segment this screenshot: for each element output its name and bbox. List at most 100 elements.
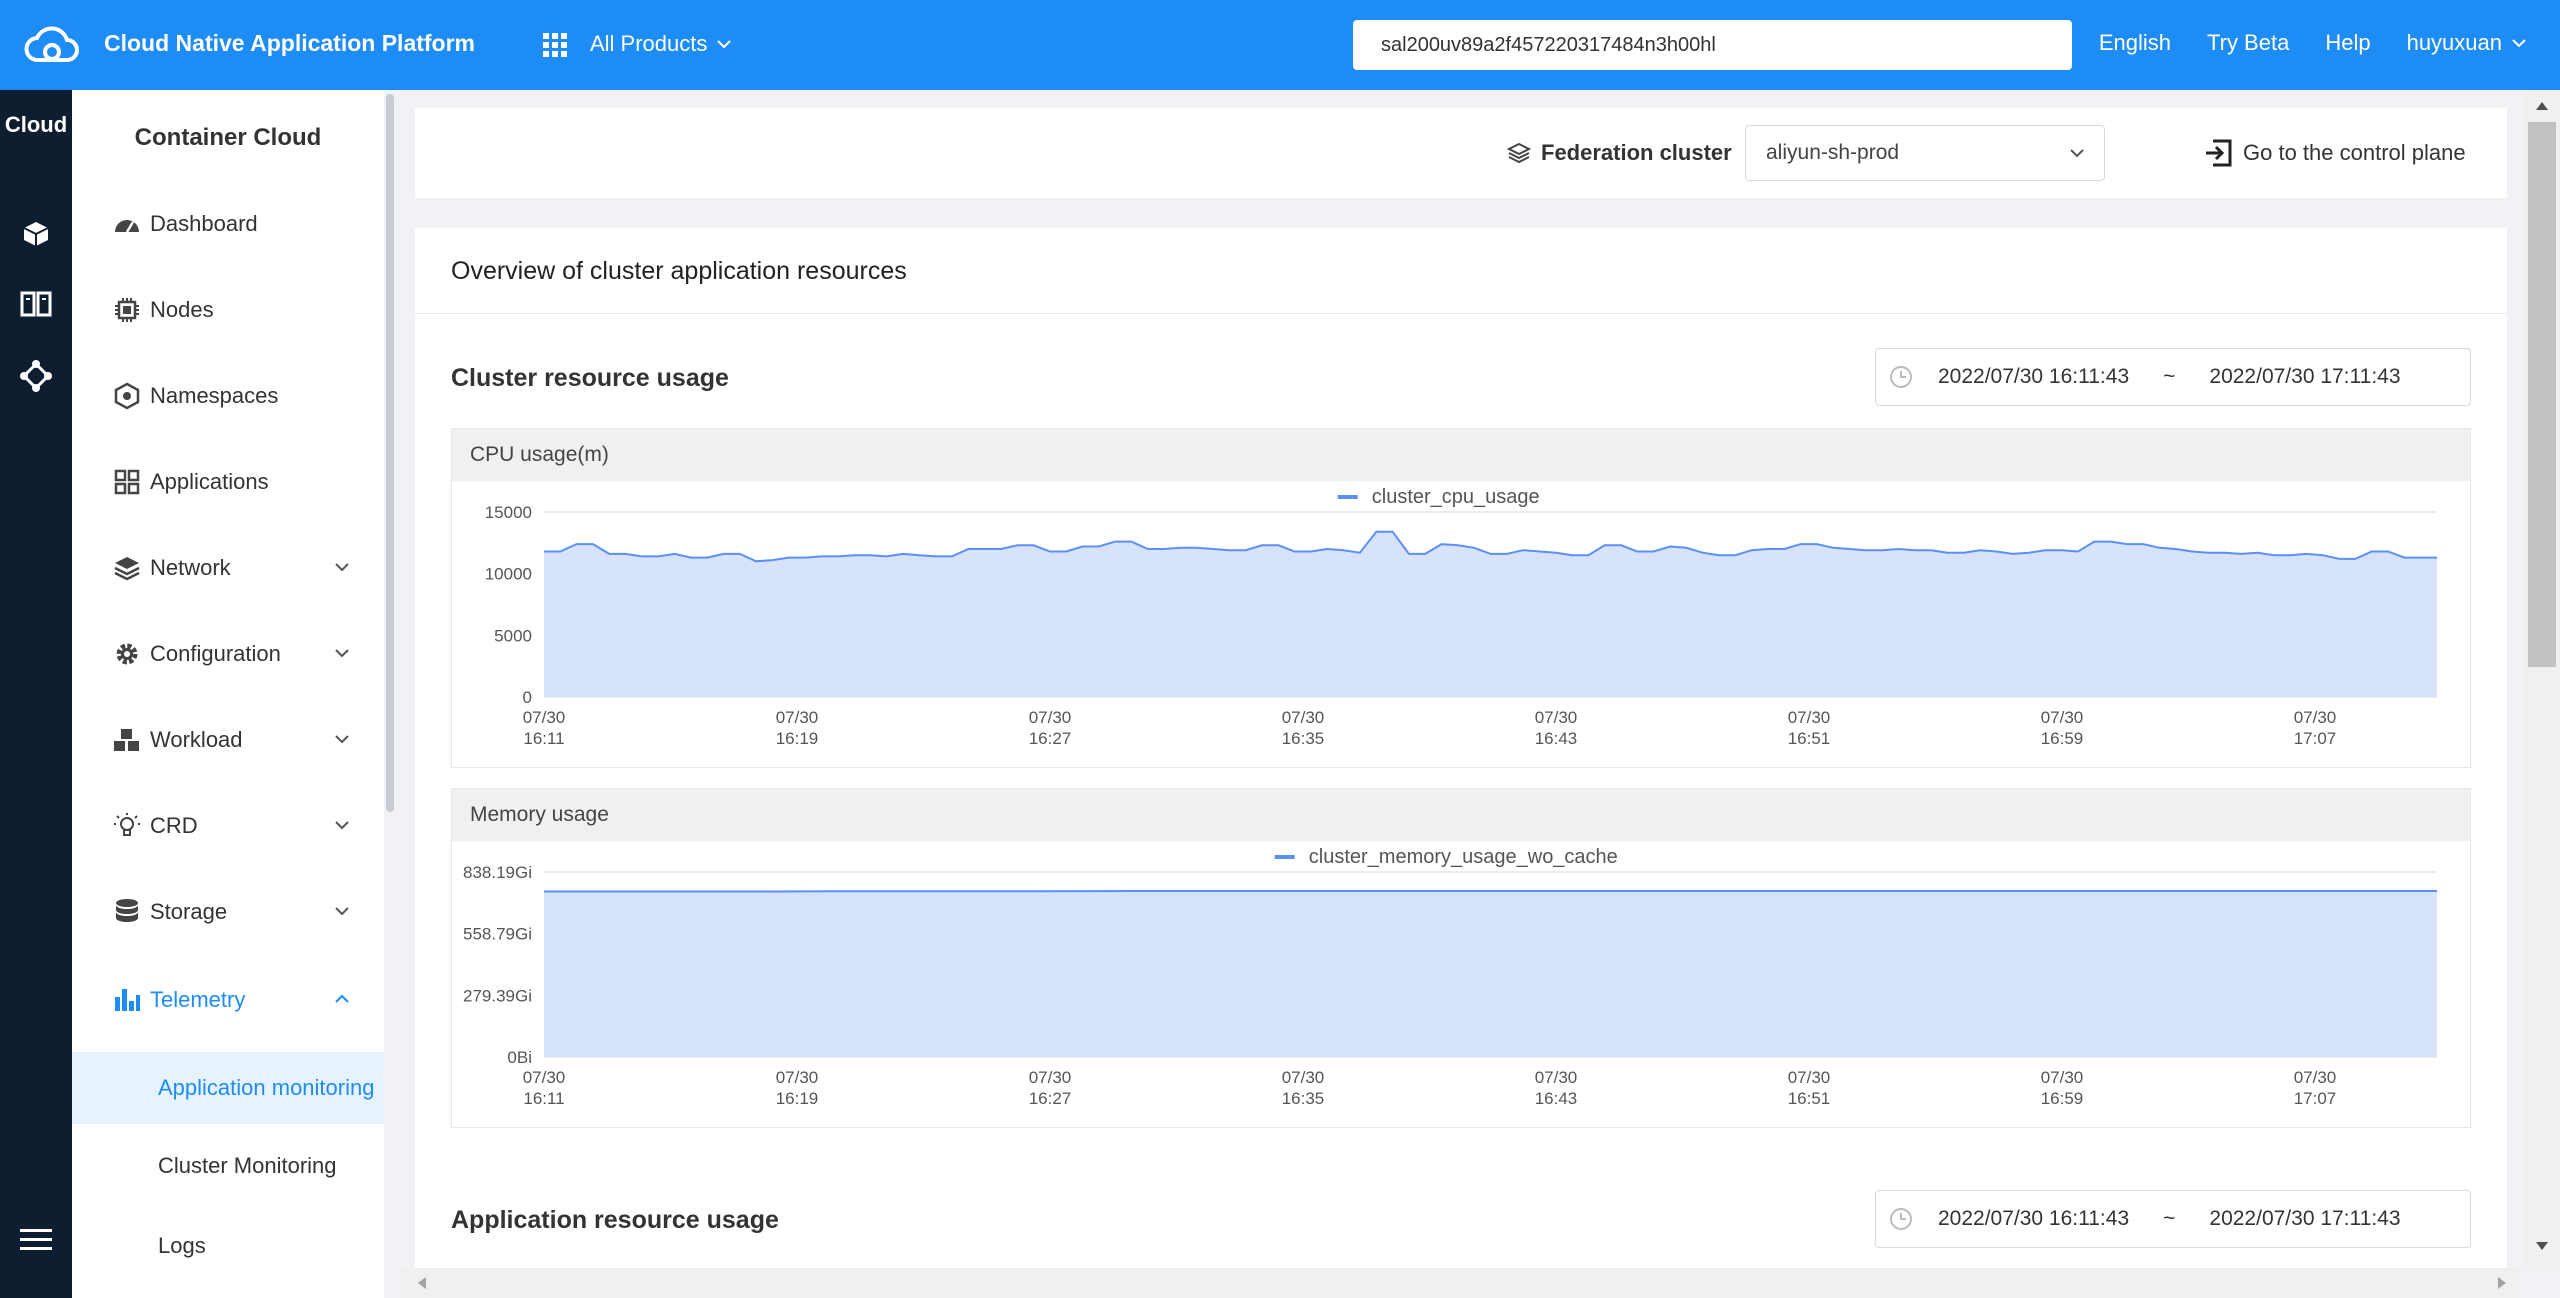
x-tick-label: 16:27 <box>1029 1089 1072 1108</box>
overview-panel: Overview of cluster application resource… <box>415 228 2507 1268</box>
x-tick-label: 07/30 <box>2041 708 2084 727</box>
sidebar-item-storage[interactable]: Storage <box>112 892 384 932</box>
sidebar-item-configuration[interactable]: Configuration <box>112 634 384 674</box>
y-tick-label: 838.19Gi <box>463 863 532 882</box>
chevron-up-icon <box>335 994 349 1003</box>
x-tick-label: 16:43 <box>1535 729 1578 748</box>
clock-icon <box>1890 1208 1912 1230</box>
application-time-range-picker[interactable]: 2022/07/30 16:11:43 ~ 2022/07/30 17:11:4… <box>1875 1190 2471 1248</box>
federation-cluster-select[interactable]: aliyun-sh-prod <box>1745 125 2105 181</box>
language-link[interactable]: English <box>2099 30 2171 56</box>
help-link[interactable]: Help <box>2325 30 2370 56</box>
dashboard-icon <box>112 209 142 239</box>
try-beta-link[interactable]: Try Beta <box>2207 30 2289 56</box>
legend-label: cluster_cpu_usage <box>1372 486 1540 508</box>
all-products-menu[interactable]: All Products <box>590 31 732 57</box>
user-name: huyuxuan <box>2406 30 2502 55</box>
x-tick-label: 07/30 <box>1788 1068 1831 1087</box>
app-title[interactable]: Cloud Native Application Platform <box>104 30 475 57</box>
chevron-down-icon <box>717 40 732 49</box>
namespace-icon <box>112 381 142 411</box>
layers-icon <box>112 553 142 583</box>
sidebar-item-applications[interactable]: Applications <box>112 462 384 502</box>
cluster-section-title: Cluster resource usage <box>451 364 729 392</box>
y-tick-label: 0 <box>523 688 532 707</box>
sidebar-item-namespaces[interactable]: Namespaces <box>112 376 384 416</box>
range-start: 2022/07/30 16:11:43 <box>1938 1207 2130 1230</box>
database-icon <box>112 897 142 927</box>
sidebar-item-label: Storage <box>150 899 228 924</box>
x-tick-label: 16:19 <box>776 729 819 748</box>
x-tick-label: 07/30 <box>1282 1068 1325 1087</box>
chevron-down-icon <box>335 821 349 830</box>
sidebar-item-telemetry[interactable]: Telemetry <box>112 980 384 1020</box>
book-icon[interactable] <box>14 282 58 326</box>
sidebar-title: Container Cloud <box>134 124 322 151</box>
enter-icon <box>2206 139 2232 167</box>
x-tick-label: 16:27 <box>1029 729 1072 748</box>
vertical-scrollbar[interactable] <box>2524 90 2560 1270</box>
chevron-down-icon <box>335 649 349 658</box>
chevron-down-icon <box>2070 149 2084 158</box>
sidebar-item-network[interactable]: Network <box>112 548 384 588</box>
range-separator: ~ <box>2163 1207 2176 1230</box>
range-end: 2022/07/30 17:11:43 <box>2209 1207 2401 1230</box>
sidebar-item-label: Dashboard <box>150 211 258 236</box>
x-tick-label: 07/30 <box>1535 1068 1578 1087</box>
range-end: 2022/07/30 17:11:43 <box>2209 365 2401 388</box>
x-tick-label: 17:07 <box>2294 1089 2337 1108</box>
network-icon[interactable] <box>14 354 58 398</box>
cpu-chart-card: CPU usage(m) 15000 10000 5000 0 07/30 16:11 07… <box>451 428 2471 768</box>
sidebar-subitem-application-monitoring[interactable]: Application monitoring <box>72 1052 384 1124</box>
x-tick-label: 16:51 <box>1788 1089 1831 1108</box>
x-tick-label: 07/30 <box>2041 1068 2084 1087</box>
bulb-icon <box>112 811 142 841</box>
range-separator: ~ <box>2163 365 2176 388</box>
x-tick-label: 17:07 <box>2294 729 2337 748</box>
cpu-usage-chart: 15000100005000007/3016:1107/3016:1907/30… <box>485 486 2437 748</box>
sidebar-scrollbar[interactable] <box>384 90 396 1298</box>
menu-icon[interactable] <box>14 1218 58 1262</box>
range-start: 2022/07/30 16:11:43 <box>1938 365 2130 388</box>
sidebar-item-crd[interactable]: CRD <box>112 806 384 846</box>
x-tick-label: 07/30 <box>1282 708 1325 727</box>
cluster-time-range-picker[interactable]: 2022/07/30 16:11:43 ~ 2022/07/30 17:11:4… <box>1875 348 2471 406</box>
cloud-logo-icon[interactable] <box>24 22 80 66</box>
x-tick-label: 07/30 <box>1029 1068 1072 1087</box>
sidebar-item-label: Nodes <box>150 297 214 322</box>
search-input[interactable] <box>1353 20 2072 70</box>
sidebar-item-label: Configuration <box>150 641 281 666</box>
y-tick-label: 5000 <box>494 626 532 645</box>
y-tick-label: 15000 <box>485 503 532 522</box>
clock-icon <box>1890 366 1912 388</box>
memory-usage-chart: 838.19Gi558.79Gi279.39Gi0Bi07/3016:1107/… <box>463 846 2437 1108</box>
x-tick-label: 16:51 <box>1788 729 1831 748</box>
sidebar: Container Cloud Dashboard Nodes Namespac… <box>72 90 384 1298</box>
x-tick-label: 07/30 <box>523 708 566 727</box>
bar-chart-icon <box>112 985 142 1015</box>
cube-icon[interactable] <box>14 212 58 256</box>
gear-icon <box>112 639 142 669</box>
all-products-label: All Products <box>590 31 708 56</box>
federation-label: Federation cluster <box>1507 140 1732 166</box>
chip-icon <box>112 295 142 325</box>
sidebar-item-nodes[interactable]: Nodes <box>112 290 384 330</box>
cpu-chart-title: CPU usage(m) <box>452 429 2470 481</box>
sidebar-item-label: Telemetry <box>150 987 246 1012</box>
sidebar-subitem-cluster-monitoring[interactable]: Cluster Monitoring <box>72 1130 384 1202</box>
user-menu[interactable]: huyuxuan <box>2407 30 2526 56</box>
sidebar-item-dashboard[interactable]: Dashboard <box>112 204 384 244</box>
x-tick-label: 16:59 <box>2041 1089 2084 1108</box>
sidebar-item-label: Workload <box>150 727 243 752</box>
sidebar-item-workload[interactable]: Workload <box>112 720 384 760</box>
go-to-control-plane-link[interactable]: Go to the control plane <box>2203 138 2466 168</box>
sidebar-subitem-logs[interactable]: Logs <box>72 1210 384 1282</box>
apps-grid-icon[interactable] <box>543 33 567 57</box>
grid-icon <box>112 467 142 497</box>
horizontal-scrollbar[interactable] <box>400 1268 2520 1298</box>
x-tick-label: 16:59 <box>2041 729 2084 748</box>
x-tick-label: 16:11 <box>523 1089 564 1108</box>
x-tick-label: 07/30 <box>776 708 819 727</box>
memory-chart-title: Memory usage <box>452 789 2470 841</box>
x-tick-label: 16:35 <box>1282 729 1325 748</box>
